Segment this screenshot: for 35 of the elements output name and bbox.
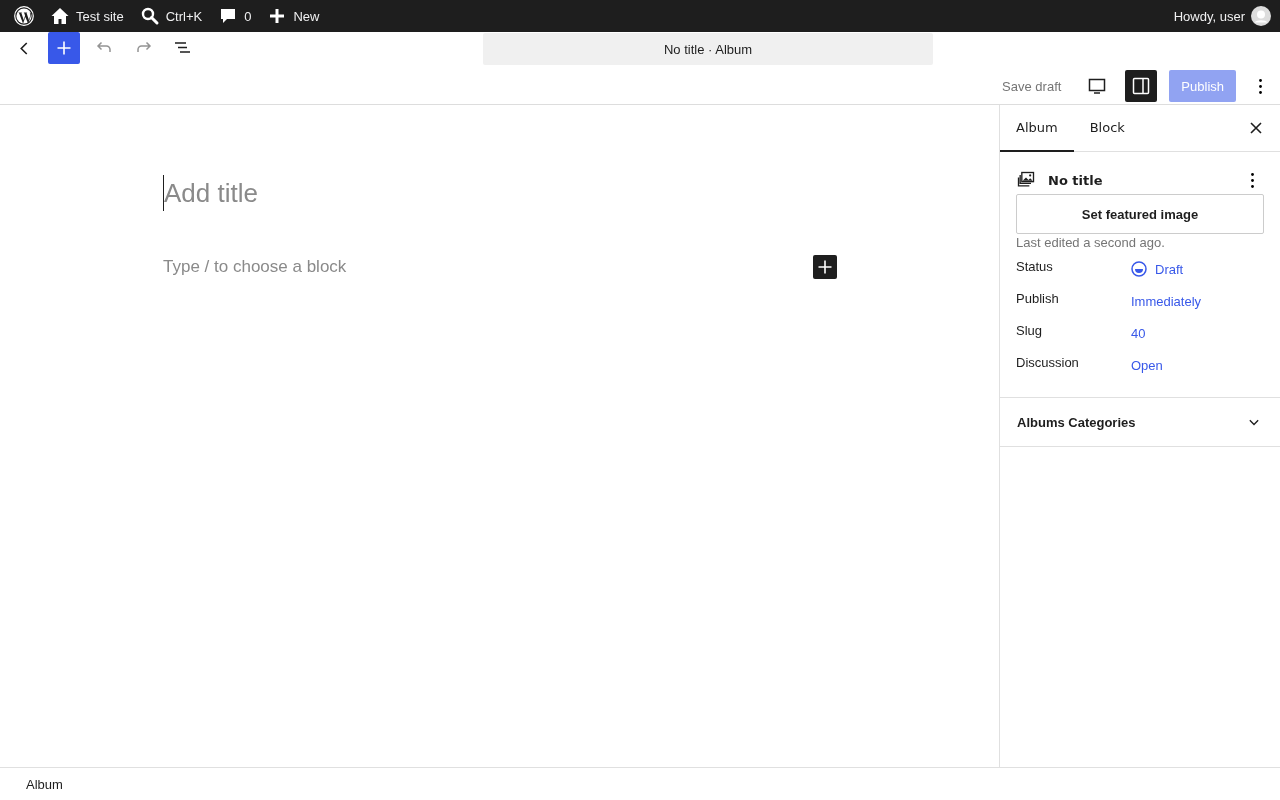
home-icon[interactable] (50, 6, 70, 26)
panel-toggle[interactable]: Albums Categories (1000, 398, 1280, 447)
field-label: Status (1016, 259, 1054, 276)
breadcrumb-link[interactable]: Album (18, 772, 71, 796)
field-label: Discussion (1016, 355, 1080, 372)
avatar-icon (1251, 6, 1271, 26)
chevron-left-icon (20, 41, 28, 55)
field-label: Slug (1016, 323, 1044, 340)
search-icon[interactable] (139, 6, 160, 26)
search-menu-item[interactable]: Ctrl+K (131, 0, 211, 32)
field-label: Publish (1016, 291, 1060, 308)
add-block-button[interactable] (813, 255, 837, 279)
save-draft-button[interactable]: Save draft (994, 72, 1070, 100)
status-button[interactable]: Draft (1131, 259, 1184, 279)
more-vertical-icon (1250, 172, 1254, 188)
paragraph-block-field[interactable]: Type / to choose a block (163, 257, 347, 277)
field-link[interactable]: 40 (1131, 323, 1146, 343)
home-menu-item[interactable]: Test site (42, 0, 132, 32)
account-menu[interactable]: Howdy, user (1165, 0, 1271, 32)
comments-menu-item[interactable]: 0 (210, 0, 260, 32)
post-title: No title (1048, 172, 1104, 188)
sidebar-tab[interactable]: Album (1000, 105, 1074, 152)
field-link[interactable]: Immediately (1131, 291, 1202, 311)
field-link[interactable]: Open (1131, 355, 1163, 375)
draft-status-icon (1131, 261, 1147, 277)
wordpress-logo-icon[interactable] (14, 6, 34, 26)
gallery-icon (1016, 170, 1036, 190)
settings-toggle-button[interactable] (1125, 70, 1158, 102)
sidebar-tab[interactable]: Block (1073, 105, 1141, 152)
new-menu-item[interactable]: New (259, 0, 328, 32)
more-vertical-icon (1258, 78, 1262, 94)
last-edited-text: Last edited a second ago. (1016, 235, 1166, 250)
title-field[interactable]: Add title (163, 175, 838, 211)
document-title-bar[interactable]: No title · Album (483, 33, 933, 65)
set-featured-image-button[interactable]: Set featured image (1016, 194, 1264, 234)
